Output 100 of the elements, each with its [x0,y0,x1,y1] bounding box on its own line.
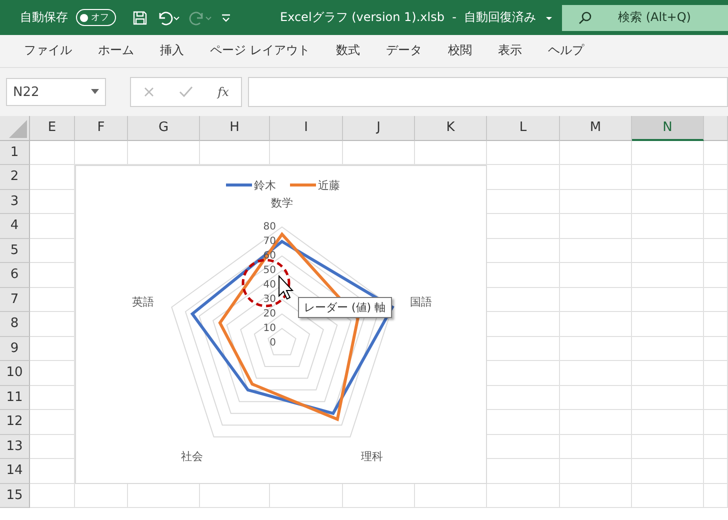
sheet-cell[interactable] [560,459,632,484]
sheet-cell[interactable] [560,484,632,508]
menu-tab[interactable]: ヘルプ [538,38,594,64]
cancel-icon[interactable] [143,86,156,98]
sheet-cell[interactable] [560,190,632,214]
column-header[interactable] [704,116,728,140]
sheet-cell[interactable] [704,336,728,361]
row-header[interactable]: 4 [0,214,30,238]
row-header[interactable]: 13 [0,434,30,459]
column-header[interactable]: G [128,116,200,140]
sheet-cell[interactable] [632,238,704,263]
sheet-cell[interactable] [704,484,728,508]
column-header[interactable]: E [30,116,75,140]
row-header[interactable]: 11 [0,386,30,410]
search-icon [578,10,592,24]
sheet-cell[interactable] [560,386,632,410]
column-header[interactable]: I [270,116,343,140]
sheet-cell[interactable] [704,434,728,459]
search-field[interactable]: 検索 (Alt+Q) [562,4,728,30]
sheet-cell[interactable] [704,140,728,165]
name-box[interactable]: N22 [6,78,106,106]
sheet-cell[interactable] [632,312,704,336]
customize-caret-icon[interactable] [220,12,232,24]
autosave-label: 自動保存 [20,9,68,26]
column-header[interactable]: F [75,116,128,140]
menu-tab[interactable]: データ [376,38,432,64]
sheet-cell[interactable] [560,165,632,190]
sheet-cell[interactable] [632,288,704,312]
formula-field[interactable] [248,77,728,107]
menu-tab[interactable]: 表示 [488,38,532,64]
sheet-cell[interactable] [560,214,632,238]
column-header[interactable]: N [632,116,704,140]
sheet-cell[interactable] [704,312,728,336]
sheet-cell[interactable] [30,140,75,165]
row-header[interactable]: 1 [0,140,30,165]
row-header[interactable]: 3 [0,190,30,214]
sheet-cell[interactable] [632,263,704,288]
insert-function-button[interactable]: fx [218,85,229,99]
menu-tab[interactable]: 校閲 [438,38,482,64]
save-icon[interactable] [132,10,148,26]
sheet-cell[interactable] [632,336,704,361]
sheet-cell[interactable] [704,214,728,238]
axis-tick-label: 80 [263,222,276,233]
sheet-cell[interactable] [704,238,728,263]
column-header[interactable]: M [560,116,632,140]
sheet-cell[interactable] [487,484,560,508]
column-header[interactable]: L [487,116,560,140]
select-all-button[interactable] [0,116,30,140]
sheet-cell[interactable] [704,165,728,190]
sheet-cell[interactable] [560,434,632,459]
sheet-cell[interactable] [632,386,704,410]
sheet-cell[interactable] [704,361,728,386]
sheet-cell[interactable] [560,140,632,165]
sheet-cell[interactable] [632,361,704,386]
sheet-cell[interactable] [704,190,728,214]
sheet-cell[interactable] [632,434,704,459]
row-header[interactable]: 7 [0,288,30,312]
sheet-cell[interactable] [632,165,704,190]
row-header[interactable]: 6 [0,263,30,288]
row-header[interactable]: 14 [0,459,30,484]
sheet-cell[interactable] [632,410,704,434]
row-header[interactable]: 2 [0,165,30,190]
window-title: Excelグラフ (version 1).xlsb - 自動回復済み [280,9,536,26]
sheet-cell[interactable] [30,484,75,508]
category-label: 社会 [180,450,203,463]
sheet-cell[interactable] [704,288,728,312]
sheet-cell[interactable] [704,386,728,410]
autosave-toggle[interactable]: オフ [76,9,116,26]
row-header[interactable]: 10 [0,361,30,386]
sheet-cell[interactable] [704,459,728,484]
sheet-cell[interactable] [632,140,704,165]
row-header[interactable]: 5 [0,238,30,263]
sheet-cell[interactable] [560,238,632,263]
row-header[interactable]: 15 [0,484,30,508]
sheet-cell[interactable] [560,312,632,336]
column-header[interactable]: K [415,116,487,140]
column-header[interactable]: H [200,116,270,140]
column-header[interactable]: J [343,116,415,140]
menu-tab[interactable]: 挿入 [150,38,194,64]
menu-tab[interactable]: 数式 [326,38,370,64]
row-header[interactable]: 8 [0,312,30,336]
sheet-cell[interactable] [560,288,632,312]
menu-tab[interactable]: ページ レイアウト [200,38,320,64]
sheet-cell[interactable] [632,484,704,508]
sheet-cell[interactable] [560,263,632,288]
sheet-cell[interactable] [632,214,704,238]
check-icon[interactable] [179,86,194,98]
sheet-cell[interactable] [704,263,728,288]
legend-label: 近藤 [318,179,340,192]
sheet-cell[interactable] [560,361,632,386]
sheet-cell[interactable] [632,459,704,484]
sheet-cell[interactable] [487,140,560,165]
row-header[interactable]: 12 [0,410,30,434]
menu-tab[interactable]: ファイル [14,38,82,64]
menu-tab[interactable]: ホーム [88,38,144,64]
row-header[interactable]: 9 [0,336,30,361]
sheet-cell[interactable] [704,410,728,434]
sheet-cell[interactable] [560,336,632,361]
sheet-cell[interactable] [632,190,704,214]
sheet-cell[interactable] [560,410,632,434]
